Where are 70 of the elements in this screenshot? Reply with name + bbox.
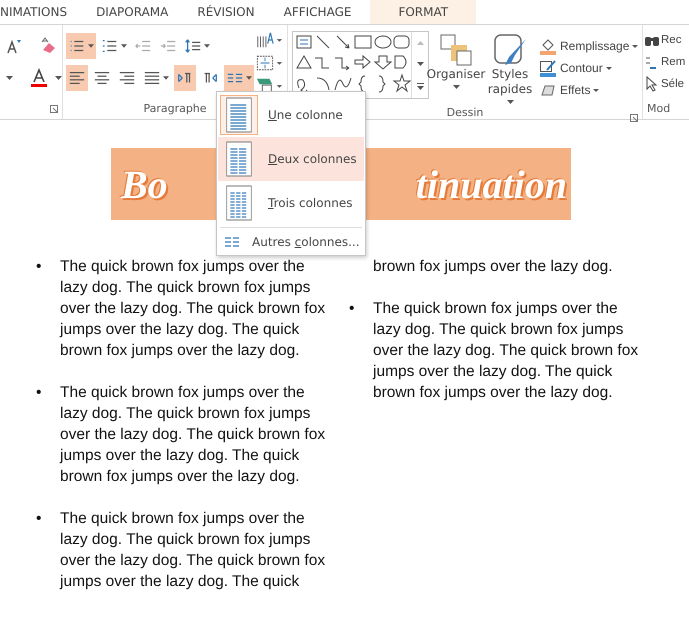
bullet: • xyxy=(36,258,42,275)
ribbon-tab[interactable]: RÉVISION xyxy=(183,0,269,24)
font-color-icon[interactable] xyxy=(30,68,48,88)
banner-text: Bo xyxy=(121,160,168,208)
menu-item[interactable]: Autres colonnes... xyxy=(218,230,364,254)
ribbon-tab[interactable]: FORMAT xyxy=(370,0,476,24)
select-button[interactable]: Séle xyxy=(643,73,689,95)
columns-icon xyxy=(226,141,252,177)
bullet-text: brown fox jumps over the lazy dog. xyxy=(373,257,613,277)
align-right-icon xyxy=(118,69,136,87)
dialog-launcher-icon[interactable] xyxy=(50,105,58,113)
bullet: • xyxy=(36,510,42,527)
bullet-text: The quick brown fox jumps over the lazy dog. The quick brown fox jumps over the lazy dog. The quick brown fox jumps over the lazy dog. The quick brown fox jumps over the lazy dog. xyxy=(373,299,638,403)
align-left-icon xyxy=(68,69,86,87)
ribbon-tab[interactable]: NIMATIONS xyxy=(0,0,82,24)
arrange-icon xyxy=(439,33,473,67)
line-spacing-icon xyxy=(184,37,202,55)
pen-icon xyxy=(539,59,557,77)
caret-icon xyxy=(246,76,252,80)
bullet-text: The quick brown fox jumps over the lazy dog. The quick brown fox jumps over the lazy dog. The quick brown fox jumps over the lazy dog. The quick brown fox jumps over the lazy dog. xyxy=(60,257,326,361)
caret-icon xyxy=(593,88,600,92)
caret-icon xyxy=(632,44,638,48)
ribbon-tab[interactable]: AFFICHAGE xyxy=(270,0,366,24)
left-to-right-button[interactable] xyxy=(174,65,196,91)
bullet: • xyxy=(36,384,42,401)
font-size-icon[interactable] xyxy=(6,37,22,55)
columns-icon xyxy=(226,185,252,221)
caret-icon xyxy=(204,44,210,48)
caret-icon[interactable] xyxy=(6,76,13,80)
brush-icon xyxy=(493,33,527,67)
banner-text: tinuation xyxy=(416,160,567,208)
caret-icon xyxy=(606,66,612,70)
columns-button[interactable] xyxy=(224,65,254,91)
menu-item[interactable]: Trois colonnes xyxy=(218,181,364,225)
fill-button[interactable]: Remplissage xyxy=(537,35,640,57)
dialog-launcher-icon[interactable] xyxy=(630,114,638,122)
caret-icon xyxy=(163,76,169,80)
effects-button[interactable]: Effets xyxy=(537,79,640,101)
columns-icon xyxy=(226,97,252,133)
bullet-text: The quick brown fox jumps over the lazy dog. The quick brown fox jumps over the lazy dog. The quick brown fox jumps over the lazy dog. The quick xyxy=(60,509,326,592)
columns-icon xyxy=(224,236,240,248)
bullet-list-button[interactable] xyxy=(66,33,96,59)
text-direction-icon[interactable] xyxy=(256,31,283,50)
caret-icon xyxy=(88,44,94,48)
align-center-icon xyxy=(93,69,111,87)
numbered-list-icon xyxy=(101,37,119,55)
caret-icon[interactable] xyxy=(55,76,62,80)
group-label: Dessin xyxy=(446,106,484,119)
caret-icon xyxy=(506,100,514,104)
bullet: • xyxy=(349,300,354,317)
group-label: Paragraphe xyxy=(143,102,207,114)
menu-item[interactable]: Deux colonnes xyxy=(218,137,364,181)
group-label: Mod xyxy=(647,102,670,114)
arrange-button[interactable]: Organiser xyxy=(429,31,483,106)
paint-bucket-icon xyxy=(539,37,557,55)
outline-button[interactable]: Contour xyxy=(537,57,640,79)
shapes-gallery[interactable] xyxy=(292,31,429,99)
ribbon-tab[interactable]: DIAPORAMA xyxy=(82,0,182,24)
find-button[interactable]: Rec xyxy=(643,29,689,51)
bullet-text: The quick brown fox jumps over the lazy dog. The quick brown fox jumps over the lazy dog. The quick brown fox jumps over the lazy dog. The quick brown fox jumps over the lazy dog. xyxy=(60,383,326,487)
replace-button[interactable]: Rem xyxy=(643,51,689,73)
caret-icon xyxy=(452,85,460,89)
align-left-button[interactable] xyxy=(66,65,88,91)
justify-icon xyxy=(143,69,161,87)
menu-item[interactable]: Une colonne xyxy=(218,93,364,137)
more-icon[interactable] xyxy=(416,82,424,90)
scroll-down-icon[interactable] xyxy=(416,62,424,66)
caret-icon xyxy=(121,44,127,48)
align-text-icon[interactable] xyxy=(256,54,283,72)
cursor-icon xyxy=(644,76,660,92)
